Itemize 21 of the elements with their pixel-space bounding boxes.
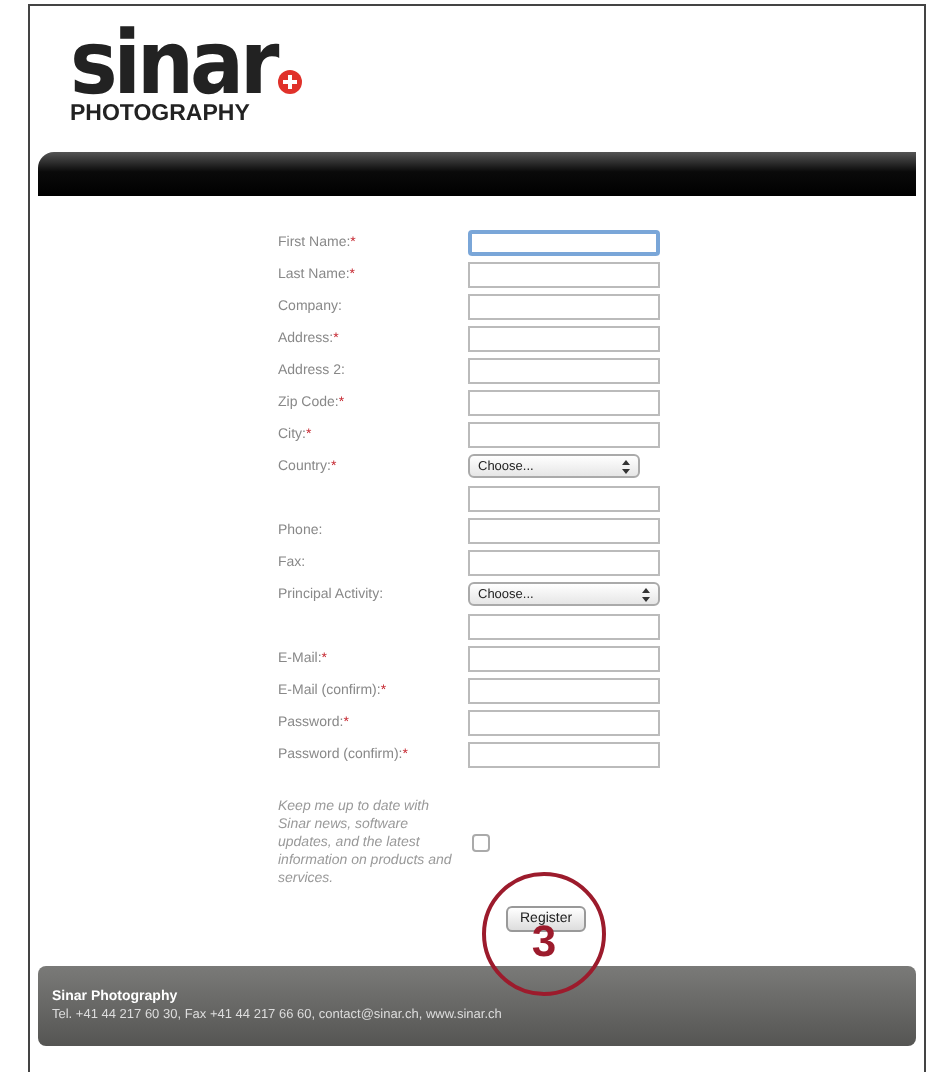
input-field[interactable] (468, 357, 660, 383)
input-field[interactable] (468, 677, 660, 703)
input-field[interactable] (468, 709, 660, 735)
input-field[interactable] (468, 485, 660, 511)
input-field[interactable] (468, 613, 660, 639)
input-field[interactable] (468, 549, 660, 575)
input-field[interactable] (468, 261, 660, 287)
logo-tagline: PHOTOGRAPHY (70, 102, 252, 126)
input-field[interactable] (468, 645, 660, 671)
spinner-arrows-icon (622, 459, 630, 473)
logo-wordmark: sinar (70, 31, 276, 97)
input-field[interactable] (468, 517, 660, 543)
checkbox[interactable] (472, 834, 490, 852)
input-field[interactable] (468, 421, 660, 447)
input-field[interactable] (468, 325, 660, 351)
input-field[interactable] (468, 293, 660, 319)
cross-icon (277, 70, 302, 94)
input-field[interactable] (468, 741, 660, 767)
input-field[interactable] (468, 229, 660, 255)
input-field[interactable] (468, 389, 660, 415)
spinner-arrows-icon (642, 587, 650, 601)
